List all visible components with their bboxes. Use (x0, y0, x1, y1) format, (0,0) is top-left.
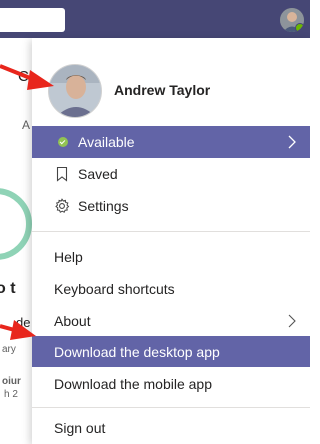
help-label: Help (54, 249, 83, 265)
about-menu-item[interactable]: About (32, 305, 310, 336)
presence-available-icon (295, 23, 304, 32)
app-window: C A o t de ary oiur h 2 Andrew Taylor A (0, 0, 310, 444)
status-selector[interactable]: Available (32, 126, 310, 158)
download-mobile-app-menu-item[interactable]: Download the mobile app (32, 368, 310, 399)
bookmark-icon (56, 166, 68, 182)
settings-label: Settings (78, 198, 129, 214)
menu-divider (32, 231, 310, 232)
user-avatar-button[interactable] (280, 8, 304, 32)
annotation-arrow-download-icon (0, 320, 36, 340)
keyboard-shortcuts-menu-item[interactable]: Keyboard shortcuts (32, 273, 310, 304)
profile-name: Andrew Taylor (114, 82, 211, 98)
settings-menu-item[interactable]: Settings (32, 190, 310, 221)
gear-icon (55, 198, 70, 213)
help-menu-item[interactable]: Help (32, 241, 310, 272)
profile-header[interactable]: Andrew Taylor (32, 38, 310, 126)
annotation-arrow-profile-icon (0, 64, 54, 90)
about-label: About (54, 313, 91, 329)
menu-divider (32, 407, 310, 408)
sign-out-menu-item[interactable]: Sign out (32, 412, 310, 443)
top-bar (0, 0, 310, 38)
chevron-right-icon (288, 314, 296, 328)
profile-menu: Andrew Taylor Available Saved Settings H… (32, 38, 310, 444)
saved-menu-item[interactable]: Saved (32, 158, 310, 189)
available-status-icon (58, 137, 68, 147)
background-page: C A o t de ary oiur h 2 (0, 38, 32, 444)
background-illustration (0, 188, 32, 260)
chevron-right-icon (288, 135, 296, 149)
background-text: ary (2, 344, 16, 355)
download-desktop-app-menu-item[interactable]: Download the desktop app (32, 336, 310, 367)
background-text: A (22, 118, 31, 132)
saved-label: Saved (78, 166, 118, 182)
search-box[interactable] (0, 8, 65, 32)
status-label: Available (78, 134, 135, 150)
download-desktop-app-label: Download the desktop app (54, 344, 220, 360)
background-text: o t (0, 280, 16, 297)
sign-out-label: Sign out (54, 420, 106, 436)
keyboard-shortcuts-label: Keyboard shortcuts (54, 281, 175, 297)
background-text: h 2 (4, 389, 18, 400)
download-mobile-app-label: Download the mobile app (54, 376, 212, 392)
background-text: oiur (2, 376, 21, 387)
